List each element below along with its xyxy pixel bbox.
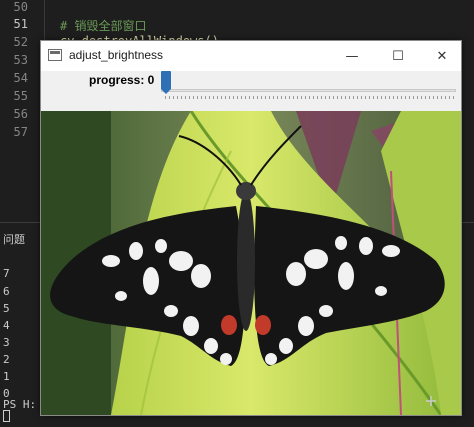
line-number: 54 (13, 71, 28, 85)
terminal-output-line: 5 (3, 302, 10, 315)
terminal-output-line: 1 (3, 370, 10, 383)
minimize-icon: — (345, 48, 359, 64)
minimize-button[interactable]: — (331, 41, 373, 71)
line-number: 50 (13, 0, 28, 14)
maximize-button[interactable]: ☐ (377, 41, 419, 71)
trackbar-thumb[interactable] (161, 71, 171, 94)
terminal-output-line: 2 (3, 353, 10, 366)
line-number: 53 (13, 53, 28, 67)
window-titlebar[interactable]: adjust_brightness — ☐ ✕ (41, 41, 461, 71)
window-app-icon (48, 49, 62, 61)
opencv-window[interactable]: adjust_brightness — ☐ ✕ progress: 0 (40, 40, 462, 416)
trackbar-ticks (165, 96, 455, 99)
trackbar-track[interactable] (161, 89, 456, 92)
close-icon: ✕ (436, 48, 448, 64)
close-button[interactable]: ✕ (421, 41, 463, 71)
terminal-output-line: 3 (3, 336, 10, 349)
line-number: 57 (13, 125, 28, 139)
panel-tab-problems[interactable]: 问题 (3, 231, 25, 247)
window-title: adjust_brightness (69, 48, 164, 62)
line-number: 52 (13, 35, 28, 49)
terminal-output-line: 7 (3, 267, 10, 280)
maximize-icon: ☐ (392, 48, 404, 64)
line-number: 55 (13, 89, 28, 103)
terminal-output-line: 4 (3, 319, 10, 332)
line-number: 56 (13, 107, 28, 121)
code-comment[interactable]: # 销毁全部窗口 (60, 17, 146, 34)
butterfly-image (41, 111, 461, 415)
trackbar-label: progress: 0 (89, 73, 155, 87)
butterfly-image-svg (41, 111, 461, 415)
trackbar-panel: progress: 0 (41, 71, 461, 111)
terminal-output-line: 6 (3, 285, 10, 298)
terminal-cursor[interactable] (3, 410, 10, 422)
line-number: 51 (13, 17, 28, 31)
